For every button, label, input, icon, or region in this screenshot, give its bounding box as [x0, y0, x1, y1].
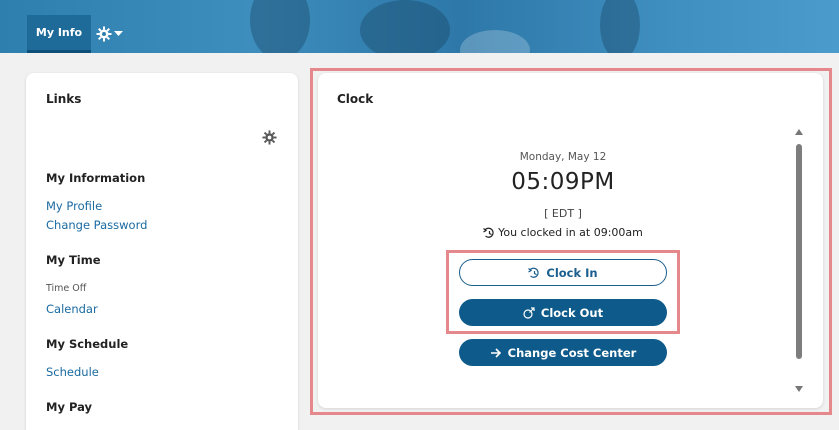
settings-menu-button[interactable]: [96, 24, 123, 44]
chevron-down-icon: [114, 31, 123, 36]
clock-in-button[interactable]: Clock In: [459, 259, 667, 286]
tab-my-info[interactable]: My Info: [27, 15, 91, 53]
clock-in-label: Clock In: [546, 265, 598, 280]
current-time: 05:09PM: [511, 169, 615, 195]
link-change-password[interactable]: Change Password: [46, 218, 147, 232]
scroll-thumb[interactable]: [796, 144, 802, 359]
section-my-schedule: My Schedule: [46, 337, 129, 351]
top-banner: My Info: [0, 0, 839, 53]
change-cost-center-button[interactable]: Change Cost Center: [459, 339, 667, 366]
links-settings-button[interactable]: [262, 130, 277, 149]
scroll-up-icon[interactable]: [794, 128, 804, 136]
link-calendar[interactable]: Calendar: [46, 302, 98, 316]
clock-in-icon: [528, 267, 540, 278]
clock-out-button[interactable]: Clock Out: [459, 299, 667, 326]
clock-title: Clock: [337, 92, 374, 106]
clock-out-label: Clock Out: [540, 305, 604, 320]
section-my-information: My Information: [46, 171, 146, 185]
link-my-profile[interactable]: My Profile: [46, 199, 102, 213]
links-panel: Links My Information My Profile Change P…: [26, 73, 298, 430]
clock-scrollbar[interactable]: [793, 128, 805, 393]
arrow-right-icon: [490, 347, 501, 358]
link-schedule[interactable]: Schedule: [46, 365, 99, 379]
section-my-pay: My Pay: [46, 400, 92, 414]
clock-status: You clocked in at 09:00am: [318, 226, 808, 239]
gear-icon: [262, 130, 277, 145]
clock-status-text: You clocked in at 09:00am: [498, 226, 643, 239]
scroll-down-icon[interactable]: [794, 385, 804, 393]
gear-icon: [96, 26, 112, 42]
section-my-time: My Time: [46, 253, 101, 267]
current-date: Monday, May 12: [519, 151, 607, 163]
timezone: [ EDT ]: [544, 207, 582, 220]
change-cost-center-label: Change Cost Center: [507, 345, 637, 360]
tab-my-info-label: My Info: [35, 26, 83, 39]
links-title: Links: [46, 92, 82, 106]
clock-out-icon: [523, 306, 535, 319]
clock-in-icon: [483, 227, 494, 238]
time-off-label: Time Off: [46, 283, 87, 294]
clock-panel: Clock Monday, May 12 05:09PM [ EDT ] You…: [318, 73, 823, 408]
